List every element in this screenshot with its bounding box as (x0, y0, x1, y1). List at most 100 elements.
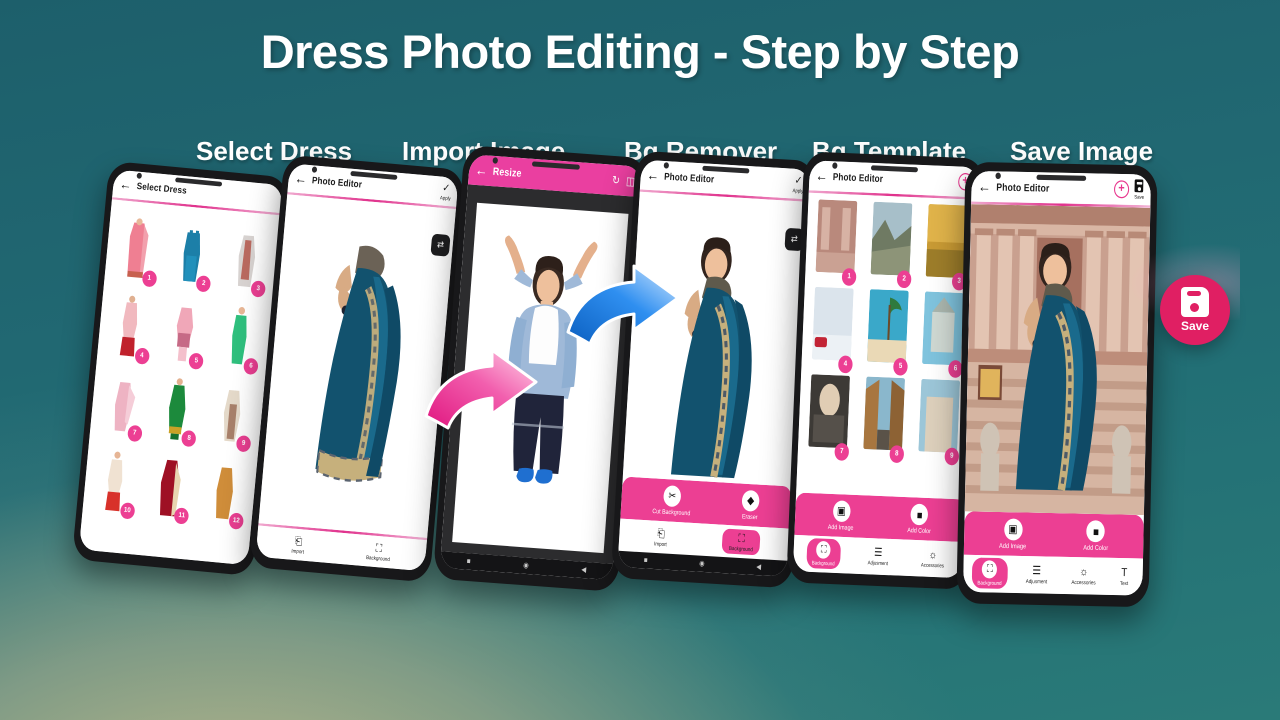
add-image-icon: ▣ (1003, 518, 1023, 541)
cut-background-button[interactable]: ✂ Cut Background (652, 485, 692, 518)
template-item[interactable]: 2 (864, 201, 918, 288)
dress-item[interactable]: 4 (101, 284, 159, 365)
rotate-icon[interactable]: ↻ (612, 173, 621, 187)
check-icon: ✓ (441, 180, 451, 194)
template-item[interactable]: 1 (809, 198, 863, 286)
dress-item[interactable]: 12 (195, 449, 253, 530)
add-image-button[interactable]: ▣ Add Image (999, 518, 1027, 551)
appbar-spacer (362, 184, 441, 191)
save-button[interactable]: Save (1134, 179, 1144, 200)
dress-number-badge: 9 (235, 434, 252, 453)
back-arrow-icon[interactable]: ← (978, 177, 991, 195)
back-arrow-icon[interactable]: ← (646, 166, 659, 184)
dress-item[interactable]: 6 (210, 294, 268, 375)
dress-item[interactable]: 3 (217, 217, 275, 298)
import-button[interactable]: ⎗ Import (284, 532, 313, 558)
tab-adjustment-label: Adjusment (867, 559, 889, 567)
background-icon: ⛶ (982, 560, 998, 579)
template-number-badge: 7 (834, 442, 850, 461)
add-color-button[interactable]: ■ Add Color (907, 503, 932, 536)
add-color-icon: ■ (1086, 520, 1106, 543)
background-source-panel: ▣ Add Image ■ Add Color (963, 511, 1144, 559)
template-thumb-icon (922, 290, 964, 365)
background-label: Background (365, 554, 391, 563)
dress-item[interactable]: 11 (141, 444, 199, 525)
dress-number-badge: 6 (243, 357, 259, 375)
template-number-badge: 9 (944, 446, 960, 465)
template-item[interactable]: 5 (860, 288, 914, 376)
back-triangle-icon[interactable]: ◀ (581, 565, 586, 575)
eraser-label: Eraser (741, 513, 758, 522)
dress-item[interactable]: 9 (203, 371, 261, 453)
background-button[interactable]: ⛶ Background (359, 538, 399, 565)
template-item[interactable]: 9 (912, 378, 966, 465)
back-arrow-icon[interactable]: ← (815, 167, 828, 185)
add-color-button[interactable]: ■ Add Color (1083, 520, 1109, 553)
template-item[interactable]: 4 (805, 286, 859, 373)
appbar-title: Photo Editor (663, 170, 715, 185)
tab-adjustment[interactable]: ☰ Adjusment (1020, 561, 1053, 587)
home-circle-icon[interactable]: ◉ (523, 561, 529, 570)
tab-text[interactable]: T Text (1114, 563, 1134, 589)
appbar-spacer (883, 178, 958, 181)
import-icon: ⎗ (294, 534, 303, 548)
background-template-gallery[interactable]: 1 2 3 4 5 6 7 8 9 (796, 192, 978, 500)
back-triangle-icon[interactable]: ◀ (756, 563, 761, 572)
dress-item[interactable]: 5 (156, 289, 214, 370)
dress-number-badge: 7 (126, 424, 143, 442)
dress-item[interactable]: 10 (86, 438, 144, 520)
add-image-button[interactable]: ▣ Add Image (828, 500, 855, 532)
eraser-button[interactable]: ◆ Eraser (741, 489, 760, 522)
back-arrow-icon[interactable]: ← (294, 170, 308, 188)
background-button[interactable]: ⛶ Background (721, 528, 762, 556)
save-badge[interactable]: Save (1160, 275, 1230, 345)
recents-square-icon[interactable]: ■ (466, 558, 470, 566)
add-color-label: Add Color (1083, 544, 1109, 553)
recents-square-icon[interactable]: ■ (644, 557, 648, 565)
tab-background-label: Background (977, 579, 1002, 587)
tab-background[interactable]: ⛶ Background (971, 557, 1008, 589)
tab-adjustment-label: Adjusment (1025, 577, 1048, 585)
save-icon (1134, 179, 1144, 193)
tab-adjustment[interactable]: ☰ Adjusment (862, 543, 893, 569)
save-label: Save (1134, 193, 1145, 201)
flip-icon[interactable]: ⇄ (430, 233, 451, 257)
template-thumb-icon (808, 373, 851, 448)
template-item[interactable]: 7 (802, 373, 856, 461)
text-icon: T (1121, 565, 1128, 579)
template-thumb-icon (815, 198, 858, 273)
template-number-badge: 4 (837, 354, 853, 373)
dress-number-badge: 11 (173, 506, 190, 525)
template-thumb-icon (870, 201, 913, 276)
dress-item[interactable]: 7 (94, 361, 152, 442)
blue-arrow (566, 264, 680, 343)
appbar-spacer (1049, 188, 1113, 189)
page-title: Dress Photo Editing - Step by Step (260, 25, 1020, 78)
template-item[interactable]: 8 (857, 376, 911, 463)
home-circle-icon[interactable]: ◉ (699, 559, 705, 569)
cut-background-label: Cut Background (652, 508, 691, 518)
tab-accessories-label: Accessories (1071, 578, 1096, 586)
phone-bg-remover: ← Photo Editor ✓ Apply ⇄ ✂ Cut Backgroun… (610, 150, 818, 589)
tab-accessories[interactable]: ☼ Accessories (916, 545, 950, 571)
back-arrow-icon[interactable]: ← (119, 176, 133, 193)
dress-item[interactable]: 1 (108, 206, 166, 287)
import-button[interactable]: ⎗ Import (647, 524, 675, 550)
dress-gallery[interactable]: 1 2 3 4 5 6 7 8 9 10 11 12 (78, 198, 281, 566)
save-floppy-icon (1181, 287, 1209, 317)
back-arrow-icon[interactable]: ← (475, 161, 489, 180)
check-icon: ✓ (794, 173, 803, 186)
dress-number-badge: 3 (250, 279, 267, 298)
add-color-label: Add Color (907, 527, 931, 536)
editor-tabbar: ⛶ Background ☰ Adjusment ☼ Accessories T… (962, 554, 1144, 596)
add-circle-icon[interactable]: + (1113, 180, 1130, 199)
appbar-title: Photo Editor (311, 174, 363, 190)
background-icon: ⛶ (816, 540, 832, 559)
dress-item[interactable]: 8 (148, 366, 206, 447)
dress-grid: 1 2 3 4 5 6 7 8 9 10 11 12 (82, 199, 281, 535)
dress-number-badge: 4 (134, 346, 150, 365)
tab-accessories[interactable]: ☼ Accessories (1066, 562, 1102, 588)
dress-item[interactable]: 2 (163, 211, 221, 293)
apply-button[interactable]: ✓ Apply (440, 180, 452, 201)
tab-background[interactable]: ⛶ Background (806, 537, 841, 570)
